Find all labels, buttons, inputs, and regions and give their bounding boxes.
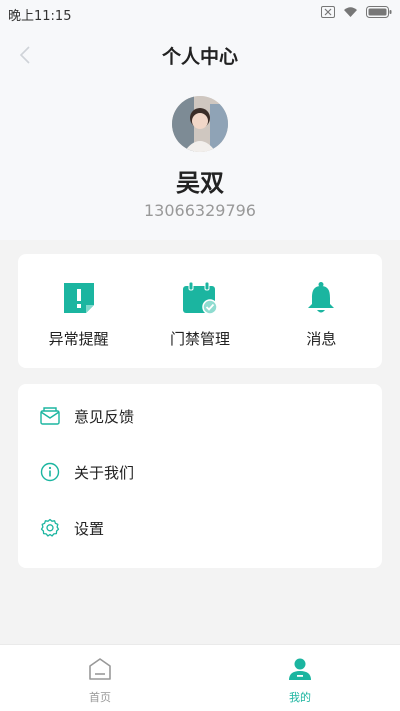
- bell-icon: [303, 280, 339, 316]
- shortcut-access-control[interactable]: 门禁管理: [139, 254, 260, 368]
- menu-item-feedback[interactable]: 意见反馈: [18, 388, 382, 444]
- menu-card: 意见反馈 关于我们 设置: [18, 384, 382, 568]
- bottom-tab-bar: 首页 我的: [0, 644, 400, 711]
- tab-home[interactable]: 首页: [0, 645, 200, 711]
- mail-icon: [40, 406, 60, 426]
- status-icons: [321, 6, 392, 22]
- page-title: 个人中心: [161, 46, 238, 68]
- sim-off-icon: [321, 6, 335, 22]
- avatar[interactable]: [172, 96, 228, 152]
- profile-header: 个人中心 吴双 13066329796: [0, 28, 400, 240]
- shortcut-anomaly-alert[interactable]: 异常提醒: [18, 254, 139, 368]
- status-bar: 晚上11:15: [0, 0, 400, 28]
- menu-item-about[interactable]: 关于我们: [18, 444, 382, 500]
- alert-flag-icon: [61, 280, 97, 316]
- user-name: 吴双: [176, 169, 224, 197]
- calendar-check-icon: [182, 280, 218, 316]
- menu-item-label: 意见反馈: [74, 407, 135, 426]
- home-icon: [88, 657, 112, 685]
- shortcut-label: 消息: [306, 330, 337, 348]
- shortcut-messages[interactable]: 消息: [261, 254, 382, 368]
- status-time: 晚上11:15: [8, 8, 72, 24]
- shortcut-label: 门禁管理: [169, 330, 230, 348]
- user-phone: 13066329796: [144, 201, 256, 220]
- menu-item-settings[interactable]: 设置: [18, 500, 382, 556]
- tab-mine[interactable]: 我的: [200, 645, 400, 711]
- info-icon: [40, 462, 60, 482]
- tab-label: 首页: [89, 691, 111, 704]
- menu-item-label: 关于我们: [74, 463, 135, 482]
- shortcut-label: 异常提醒: [48, 330, 109, 348]
- shortcut-card: 异常提醒 门禁管理 消息: [18, 254, 382, 368]
- battery-icon: [366, 6, 392, 22]
- menu-item-label: 设置: [74, 519, 105, 538]
- user-icon: [288, 657, 312, 685]
- tab-label: 我的: [289, 691, 311, 704]
- gear-icon: [40, 518, 60, 538]
- wifi-icon: [343, 6, 358, 22]
